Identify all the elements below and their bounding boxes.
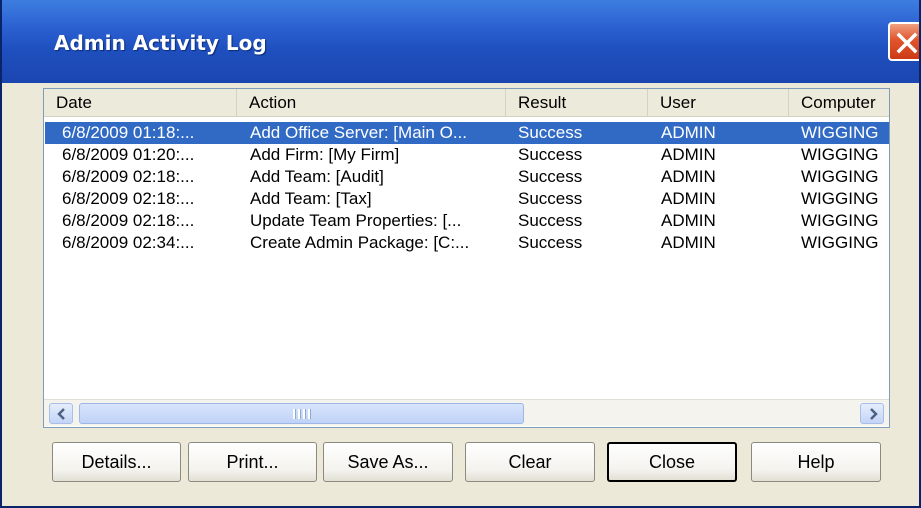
cell-action: Create Admin Package: [C:... <box>250 233 470 252</box>
close-button[interactable]: Close <box>607 442 737 482</box>
table-row[interactable]: 6/8/2009 02:18:... Add Team: [Tax] Succe… <box>44 188 889 210</box>
table-row[interactable]: 6/8/2009 02:18:... Add Team: [Audit] Suc… <box>44 166 889 188</box>
horizontal-scrollbar[interactable] <box>44 399 889 426</box>
grip-icon <box>293 409 311 419</box>
close-icon <box>896 32 918 54</box>
cell-computer: WIGGING <box>801 145 879 164</box>
chevron-left-icon <box>57 408 65 420</box>
window-title: Admin Activity Log <box>54 31 267 55</box>
admin-activity-log-window: Admin Activity Log Date Action Result Us… <box>0 0 921 508</box>
details-button[interactable]: Details... <box>52 442 181 482</box>
column-header-date[interactable]: Date <box>44 89 237 116</box>
table-row[interactable]: 6/8/2009 02:34:... Create Admin Package:… <box>44 232 889 254</box>
cell-user: ADMIN <box>661 233 716 252</box>
cell-user: ADMIN <box>661 189 716 208</box>
clear-button[interactable]: Clear <box>465 442 595 482</box>
cell-result: Success <box>518 167 583 186</box>
table-row[interactable]: 6/8/2009 01:18:... Add Office Server: [M… <box>44 122 889 144</box>
cell-date: 6/8/2009 02:18:... <box>62 189 195 208</box>
print-button[interactable]: Print... <box>188 442 317 482</box>
save-as-button[interactable]: Save As... <box>323 442 453 482</box>
cell-user: ADMIN <box>661 167 716 186</box>
cell-date: 6/8/2009 02:18:... <box>62 167 195 186</box>
cell-computer: WIGGING <box>801 233 879 252</box>
table-row[interactable]: 6/8/2009 02:18:... Update Team Propertie… <box>44 210 889 232</box>
table-row[interactable]: 6/8/2009 01:20:... Add Firm: [My Firm] S… <box>44 144 889 166</box>
list-header: Date Action Result User Computer <box>44 89 889 117</box>
cell-date: 6/8/2009 02:34:... <box>62 233 195 252</box>
scroll-right-button[interactable] <box>860 403 884 424</box>
cell-user: ADMIN <box>661 145 716 164</box>
scroll-left-button[interactable] <box>49 403 73 424</box>
cell-date: 6/8/2009 01:18:... <box>62 123 195 142</box>
cell-action: Add Team: [Tax] <box>250 189 372 208</box>
cell-result: Success <box>518 233 583 252</box>
cell-user: ADMIN <box>661 123 716 142</box>
cell-action: Add Firm: [My Firm] <box>250 145 400 164</box>
cell-result: Success <box>518 189 583 208</box>
activity-list[interactable]: Date Action Result User Computer 6/8/200… <box>43 88 890 428</box>
cell-computer: WIGGING <box>801 123 879 142</box>
column-header-computer[interactable]: Computer <box>789 89 889 116</box>
cell-action: Update Team Properties: [... <box>250 211 462 230</box>
column-header-action[interactable]: Action <box>237 89 506 116</box>
cell-result: Success <box>518 211 583 230</box>
cell-computer: WIGGING <box>801 189 879 208</box>
column-header-result[interactable]: Result <box>506 89 648 116</box>
title-bar[interactable]: Admin Activity Log <box>2 0 919 83</box>
help-button[interactable]: Help <box>751 442 881 482</box>
close-window-button[interactable] <box>888 22 919 61</box>
chevron-right-icon <box>870 408 878 420</box>
cell-action: Add Office Server: [Main O... <box>250 123 467 142</box>
cell-computer: WIGGING <box>801 211 879 230</box>
scroll-thumb[interactable] <box>79 403 524 424</box>
cell-user: ADMIN <box>661 211 716 230</box>
cell-result: Success <box>518 123 583 142</box>
cell-computer: WIGGING <box>801 167 879 186</box>
cell-action: Add Team: [Audit] <box>250 167 384 186</box>
column-header-user[interactable]: User <box>648 89 789 116</box>
cell-date: 6/8/2009 02:18:... <box>62 211 195 230</box>
cell-result: Success <box>518 145 583 164</box>
cell-date: 6/8/2009 01:20:... <box>62 145 195 164</box>
